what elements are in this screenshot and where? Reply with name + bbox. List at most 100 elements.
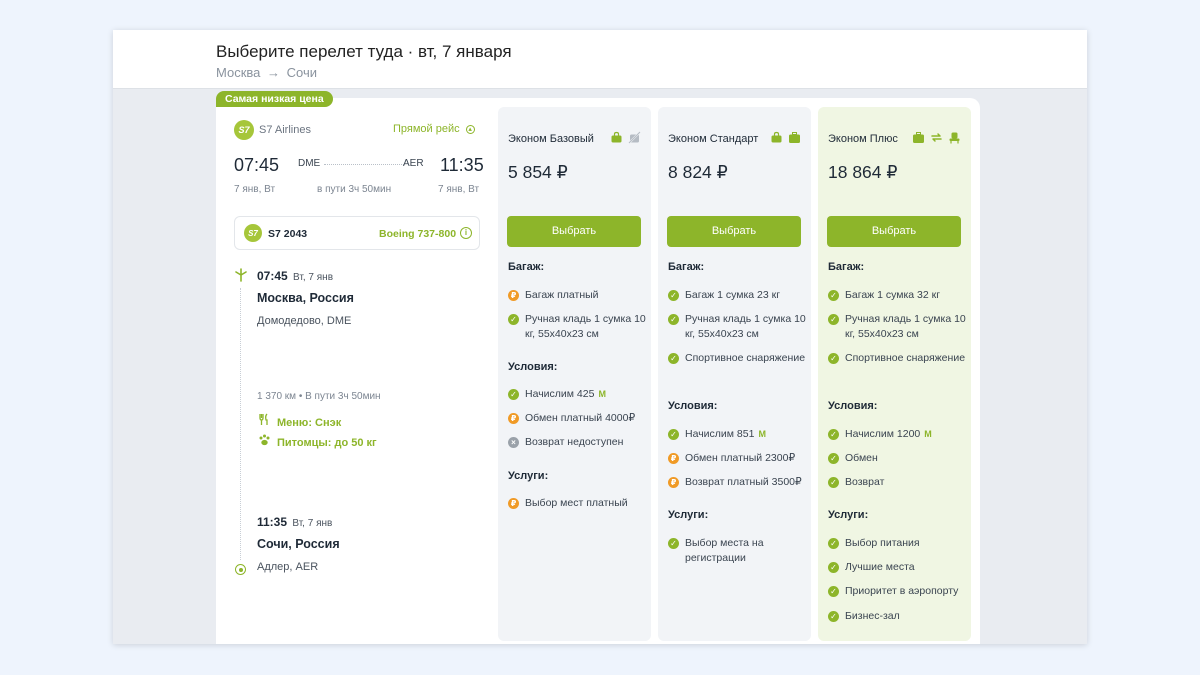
paid-icon: ₽ [508,413,519,424]
route-from: Москва [216,65,261,80]
hand-luggage-icon [611,131,622,143]
paid-icon: ₽ [508,290,519,301]
unavailable-icon: × [508,437,519,448]
feature-item: ✓ Лучшие места [828,560,966,575]
fare-price: 18 864 ₽ [828,162,898,182]
fare-economy-standard: Эконом Стандарт 8 824 ₽ Выбрать Багаж: ✓… [658,107,811,641]
fare-name: Эконом Стандарт [668,133,759,145]
departure-time: 07:45 [234,155,280,175]
feature-item: ✓ Спортивное снаряжение [668,351,806,366]
feature-text: Ручная кладь 1 сумка 10 кг, 55х40х23 см [525,313,646,340]
departure-city: Москва, Россия [257,291,354,305]
miles-icon: M [758,429,766,439]
feature-item: ✓ Ручная кладь 1 сумка 10 кг, 55х40х23 см [828,312,966,342]
fare-price: 5 854 ₽ [508,162,568,182]
feature-item: ₽ Багаж платный [508,288,646,303]
miles-icon: M [598,389,606,399]
conditions-heading: Условия: [508,361,558,373]
fare-icons [912,131,961,144]
page-header: Выберите перелет туда · вт, 7 января Мос… [113,30,1087,89]
fare-icons [610,131,641,144]
segment-departure: 07:45 Вт, 7 янв [257,269,333,283]
meal-label: Меню: Снэк [277,417,342,429]
arrival-city: Сочи, Россия [257,537,340,551]
fare-price: 8 824 ₽ [668,162,728,182]
flight-info-box: S7 S7 2043 Boeing 737-800 i [234,216,480,250]
arrival-airport: Адлер, AER [257,561,319,573]
paid-icon: ₽ [668,453,679,464]
info-icon[interactable]: i [460,227,472,239]
check-icon: ✓ [668,429,679,440]
cutlery-icon [257,413,271,429]
pets-label: Питомцы: до 50 кг [277,437,377,449]
route-line [324,164,404,165]
route-breadcrumb: Москва → Сочи [216,65,317,80]
flight-card: S7 S7 Airlines Прямой рейс ▴ 07:45 DME AE… [216,98,980,644]
feature-text: Возврат недоступен [525,436,624,448]
feature-item: ✓ Ручная кладь 1 сумка 10 кг, 55х40х23 см [668,312,806,342]
feature-text: Багаж платный [525,289,599,301]
direct-flight-label: Прямой рейс [393,123,460,135]
baggage-icon [913,132,924,143]
feature-item: ✓ Ручная кладь 1 сумка 10 кг, 55х40х23 см [508,312,646,342]
feature-item: ₽ Выбор мест платный [508,496,646,511]
feature-text: Начислим 425 [525,388,595,400]
feature-text: Выбор мест платный [525,497,628,509]
direct-flight-toggle[interactable]: Прямой рейс ▴ [393,123,475,135]
services-heading: Услуги: [828,509,869,521]
feature-item: × Возврат недоступен [508,435,646,450]
feature-item: ✓ Приоритет в аэропорту [828,584,966,599]
feature-text: Выбор места на регистрации [685,537,764,564]
airline: S7 S7 Airlines [234,120,311,140]
feature-text: Ручная кладь 1 сумка 10 кг, 55х40х23 см [685,313,806,340]
baggage-heading: Багаж: [508,261,545,273]
s7-logo-icon: S7 [234,120,254,140]
feature-text: Обмен платный 2300₽ [685,452,796,464]
services-heading: Услуги: [668,509,709,521]
feature-text: Багаж 1 сумка 23 кг [685,289,781,301]
feature-text: Спортивное снаряжение [685,352,806,364]
select-fare-button[interactable]: Выбрать [827,216,961,247]
check-icon: ✓ [828,611,839,622]
check-icon: ✓ [508,314,519,325]
no-baggage-icon [628,131,641,144]
feature-item: ₽ Возврат платный 3500₽ [668,475,806,490]
paw-icon [257,434,271,449]
feature-text: Бизнес-зал [845,610,900,622]
browser-window: Выберите перелет туда · вт, 7 января Мос… [113,30,1087,644]
feature-item: ✓ Бизнес-зал [828,609,966,624]
timeline-line [240,288,241,560]
departure-date: 7 янв, Вт [234,184,276,195]
baggage-heading: Багаж: [828,261,865,273]
feature-item: ✓ Спортивное снаряжение [828,351,966,366]
flight-number: S7 2043 [268,228,308,240]
feature-text: Возврат [845,476,885,488]
check-icon: ✓ [828,353,839,364]
feature-text: Багаж 1 сумка 32 кг [845,289,941,301]
feature-text: Лучшие места [845,561,915,573]
page-title: Выберите перелет туда · вт, 7 января [216,42,512,61]
feature-text: Обмен [845,452,878,464]
check-icon: ✓ [828,314,839,325]
pets-info: Питомцы: до 50 кг [257,434,377,449]
feature-item: ✓ Выбор питания [828,536,966,551]
check-icon: ✓ [668,314,679,325]
fare-name: Эконом Плюс [828,133,898,145]
segment-departure-day: Вт, 7 янв [293,272,334,283]
select-fare-button[interactable]: Выбрать [507,216,641,247]
hand-luggage-icon [771,131,782,143]
select-fare-button[interactable]: Выбрать [667,216,801,247]
check-icon: ✓ [828,562,839,573]
seat-icon [949,132,960,144]
segment-arrival-time: 11:35 [257,515,288,529]
segment-arrival-day: Вт, 7 янв [292,518,333,529]
check-icon: ✓ [668,353,679,364]
paid-icon: ₽ [668,477,679,488]
aircraft-type: Boeing 737-800 [379,228,457,240]
feature-text: Спортивное снаряжение [845,352,966,364]
check-icon: ✓ [668,538,679,549]
segment-arrival: 11:35 Вт, 7 янв [257,515,332,529]
fare-economy-basic: Эконом Базовый 5 854 ₽ Выбрать Багаж: ₽ Б… [498,107,651,641]
feature-item: ✓ Багаж 1 сумка 23 кг [668,288,806,303]
chevron-up-icon: ▴ [465,125,475,134]
